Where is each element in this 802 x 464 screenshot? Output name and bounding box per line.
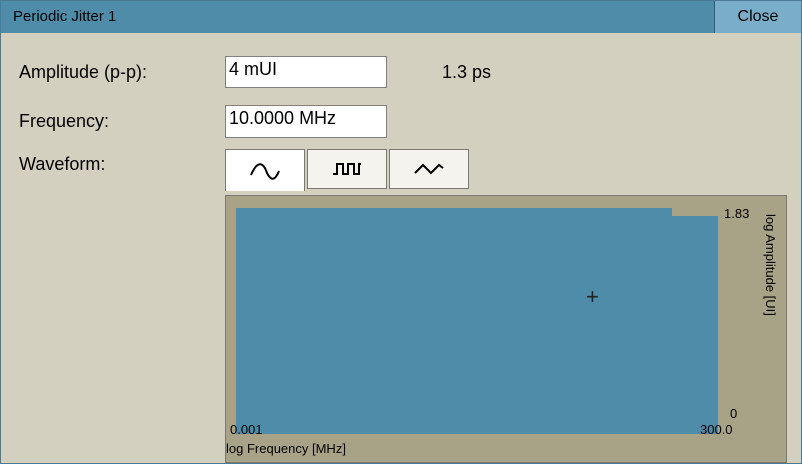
triangle-wave-icon [414, 163, 444, 175]
jitter-tolerance-plot[interactable]: + 1.83 0 0.001 300.0 log Frequency [MHz]… [225, 195, 787, 463]
y-min-tick-label: 0 [730, 406, 738, 421]
y-axis-label: log Amplitude [UI] [763, 214, 778, 316]
amplitude-label: Amplitude (p-p): [19, 62, 148, 82]
x-axis-label: log Frequency [MHz] [226, 441, 346, 456]
waveform-label: Waveform: [19, 154, 106, 174]
amplitude-frequency-region[interactable] [236, 208, 718, 434]
dialog-title: Periodic Jitter 1 [13, 8, 117, 25]
allowed-region [236, 208, 718, 434]
title-bar: Periodic Jitter 1 Close [1, 1, 801, 33]
amplitude-input[interactable]: 4 mUI [225, 56, 387, 88]
waveform-sine-button[interactable] [225, 149, 305, 191]
crosshair-marker: + [586, 284, 599, 309]
sine-wave-icon [250, 162, 280, 180]
square-wave-icon [333, 163, 361, 175]
y-max-tick-label: 1.83 [724, 206, 750, 221]
frequency-input[interactable]: 10.0000 MHz [225, 105, 387, 138]
waveform-triangle-button[interactable] [389, 149, 469, 189]
x-min-tick-label: 0.001 [230, 422, 263, 437]
amplitude-time-readout: 1.3 ps [442, 62, 492, 82]
x-max-tick-label: 300.0 [700, 422, 733, 437]
waveform-square-button[interactable] [307, 149, 387, 189]
frequency-label: Frequency: [19, 111, 110, 131]
close-button[interactable]: Close [714, 1, 801, 33]
periodic-jitter-dialog: Periodic Jitter 1 Close Amplitude (p-p):… [0, 0, 802, 464]
